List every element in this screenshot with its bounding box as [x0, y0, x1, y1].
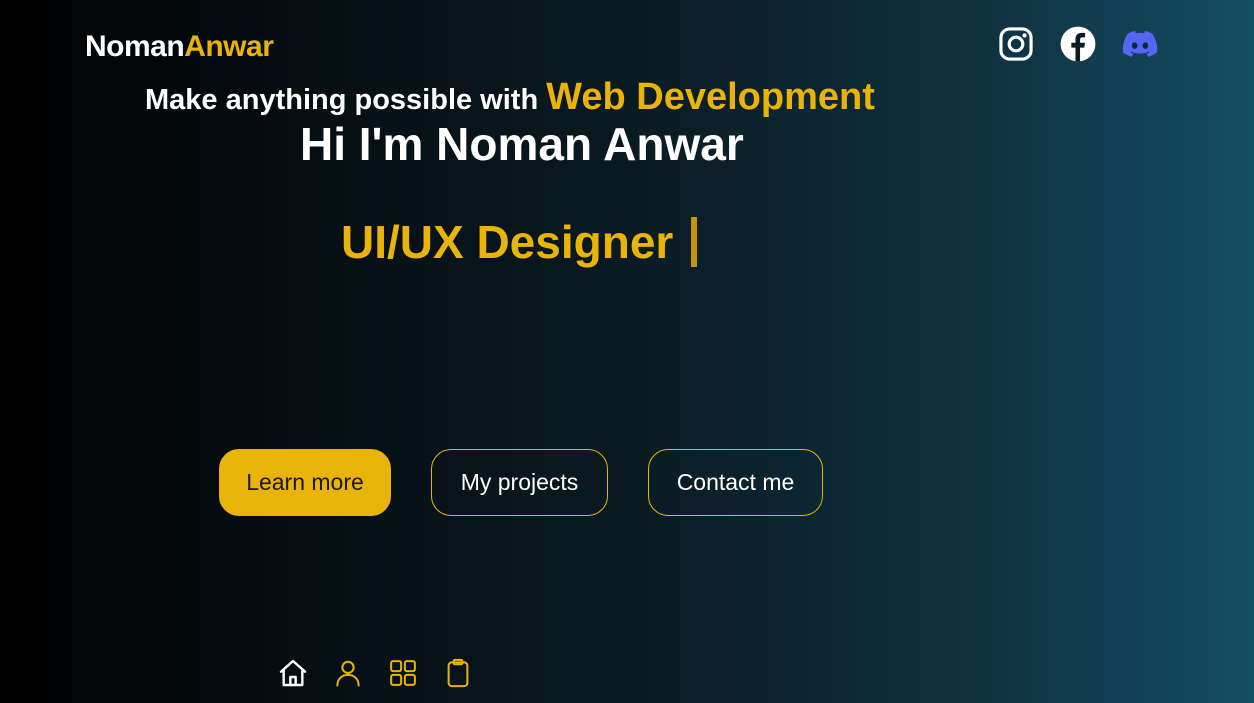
facebook-icon — [1060, 26, 1096, 62]
site-logo[interactable]: NomanAnwar — [85, 30, 274, 64]
hero-tagline: Make anything possible with Web Developme… — [145, 76, 875, 119]
hero-role-text: UI/UX Designer — [341, 216, 674, 268]
discord-link[interactable] — [1120, 24, 1160, 64]
logo-last-name: Anwar — [184, 30, 274, 63]
home-icon — [279, 659, 306, 686]
bottom-nav — [275, 655, 475, 690]
typing-cursor — [691, 217, 698, 267]
contact-me-button[interactable]: Contact me — [648, 449, 823, 516]
clipboard-icon — [447, 658, 468, 687]
nav-item-resume[interactable] — [440, 655, 475, 690]
nav-item-about[interactable] — [330, 655, 365, 690]
logo-first-name: Noman — [85, 30, 185, 63]
instagram-link[interactable] — [996, 24, 1036, 64]
tagline-lead: Make anything possible with — [145, 84, 539, 116]
hero-greeting: Hi I'm Noman Anwar — [300, 118, 744, 170]
nav-item-projects[interactable] — [385, 655, 420, 690]
instagram-icon — [999, 27, 1033, 61]
grid-icon — [389, 659, 416, 686]
social-links — [996, 24, 1160, 64]
nav-item-home[interactable] — [275, 655, 310, 690]
hero-role-typewriter: UI/UX Designer — [341, 215, 698, 269]
my-projects-button[interactable]: My projects — [431, 449, 608, 516]
tagline-accent: Web Development — [546, 76, 875, 118]
user-icon — [335, 660, 360, 686]
learn-more-button[interactable]: Learn more — [219, 449, 391, 516]
discord-icon — [1122, 31, 1158, 57]
facebook-link[interactable] — [1058, 24, 1098, 64]
